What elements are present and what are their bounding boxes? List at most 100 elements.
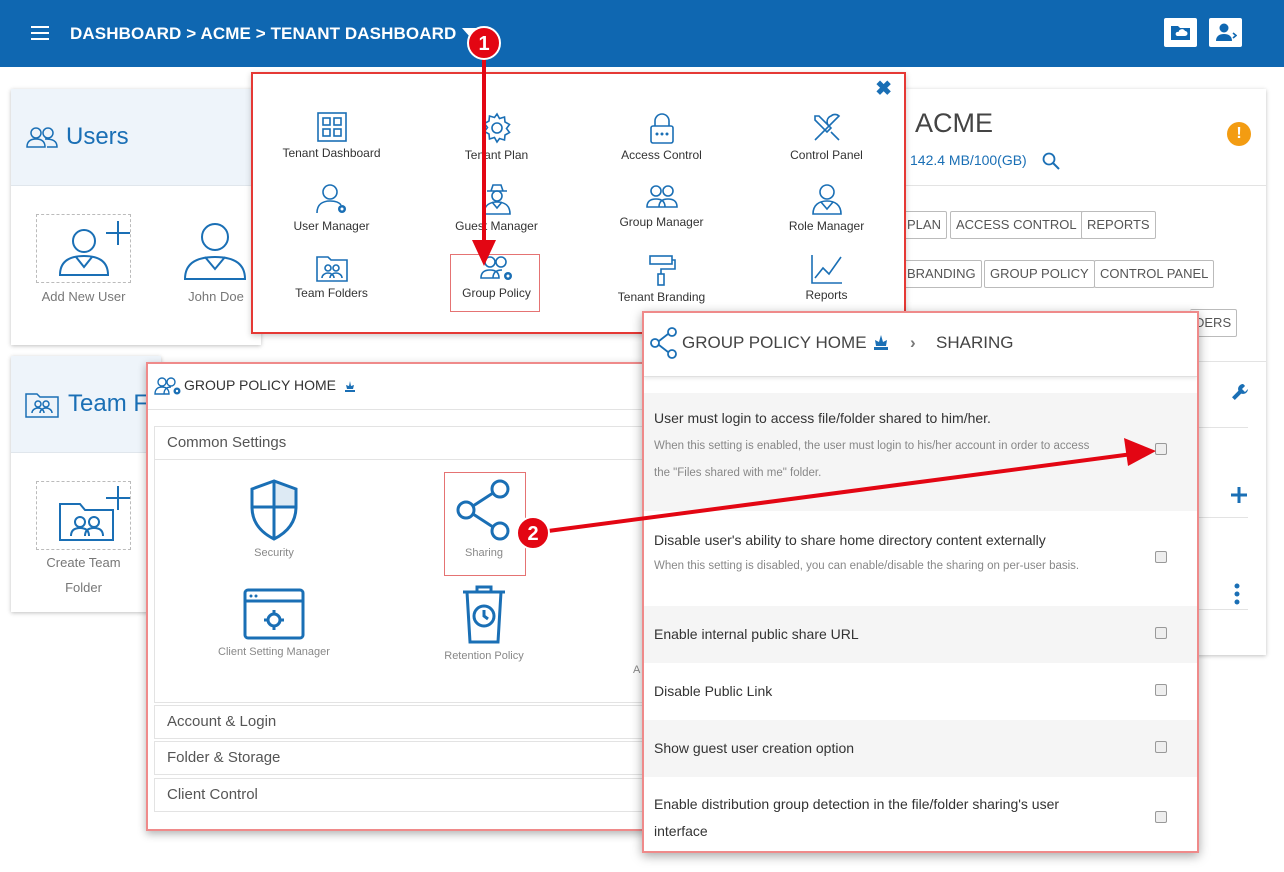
- tag-access-control[interactable]: ACCESS CONTROL: [950, 211, 1083, 239]
- team-folders-title: Team F: [68, 390, 149, 417]
- setting-label-continued: interface: [654, 823, 708, 839]
- app-label: Guest Manager: [455, 219, 538, 233]
- app-team-folders[interactable]: Team Folders: [249, 254, 414, 324]
- section-label: Folder & Storage: [167, 749, 281, 766]
- user-switch-button[interactable]: [1209, 18, 1242, 47]
- app-launcher-popup: ✖ Tenant Dashboard Tenant Plan Access Co…: [251, 72, 906, 334]
- group-gear-icon: [154, 377, 181, 395]
- share-icon: [650, 327, 677, 359]
- app-role-manager[interactable]: Role Manager: [744, 183, 909, 253]
- sharing-breadcrumb-current: SHARING: [936, 333, 1014, 352]
- setting-label: User must login to access file/folder sh…: [654, 410, 991, 426]
- more-vertical-icon[interactable]: [1233, 582, 1241, 606]
- app-guest-manager[interactable]: Guest Manager: [414, 183, 579, 253]
- tools-icon: [813, 113, 840, 141]
- users-panel-title: Users: [66, 123, 129, 150]
- policy-security[interactable]: Security: [194, 479, 354, 559]
- section-folder-storage[interactable]: Folder & Storage: [154, 741, 654, 775]
- policy-label-partial: A: [633, 664, 641, 676]
- section-common-settings[interactable]: Common Settings: [154, 426, 654, 460]
- app-access-control[interactable]: Access Control: [579, 112, 744, 182]
- setting-checkbox[interactable]: [1155, 443, 1167, 455]
- policy-client-setting-manager[interactable]: Client Setting Manager: [194, 588, 354, 658]
- setting-checkbox[interactable]: [1155, 627, 1167, 639]
- guest-icon: [482, 184, 511, 215]
- search-icon[interactable]: [1042, 152, 1060, 170]
- team-folders-panel: Team F Create Team Folder: [11, 356, 161, 612]
- menu-icon[interactable]: [31, 26, 49, 40]
- tenant-admin-icon: [874, 335, 888, 350]
- app-label: Tenant Branding: [617, 290, 706, 304]
- client-settings-icon: [243, 588, 305, 640]
- user-gear-icon: [315, 184, 346, 214]
- app-tenant-dashboard[interactable]: Tenant Dashboard: [249, 112, 414, 182]
- app-label: User Manager: [293, 219, 370, 233]
- sharing-header: GROUP POLICY HOME › SHARING: [644, 313, 1197, 377]
- app-label: Role Manager: [788, 219, 865, 233]
- divider: [1196, 427, 1248, 428]
- chart-icon: [810, 255, 842, 284]
- chevron-down-icon[interactable]: [462, 28, 479, 37]
- team-folder-icon: [315, 256, 348, 282]
- setting-checkbox[interactable]: [1155, 811, 1167, 823]
- setting-row: Disable user's ability to share home dir…: [644, 511, 1197, 606]
- sharing-highlight: [444, 472, 526, 576]
- section-client-control[interactable]: Client Control: [154, 778, 654, 812]
- setting-row: Show guest user creation option: [644, 720, 1197, 777]
- divider: [898, 185, 1266, 186]
- policy-label: Client Setting Manager: [218, 646, 330, 658]
- app-tenant-plan[interactable]: Tenant Plan: [414, 112, 579, 182]
- divider: [1196, 609, 1248, 610]
- policy-label: Security: [254, 547, 294, 559]
- sharing-breadcrumb-home[interactable]: GROUP POLICY HOME: [682, 333, 867, 353]
- app-group-manager[interactable]: Group Manager: [579, 183, 744, 253]
- storage-usage: 142.4 MB/100(GB): [910, 152, 1027, 168]
- breadcrumb[interactable]: DASHBOARD > ACME > TENANT DASHBOARD: [70, 24, 479, 44]
- section-account-login[interactable]: Account & Login: [154, 705, 654, 739]
- app-label: Tenant Dashboard: [282, 146, 381, 160]
- add-new-user-label: Add New User: [41, 289, 126, 304]
- section-label: Common Settings: [167, 434, 287, 451]
- tag-control-panel[interactable]: CONTROL PANEL: [1094, 260, 1215, 288]
- setting-checkbox[interactable]: [1155, 551, 1167, 563]
- app-user-manager[interactable]: User Manager: [249, 183, 414, 253]
- user-switch-icon: [1216, 23, 1237, 41]
- app-control-panel[interactable]: Control Panel: [744, 112, 909, 182]
- wrench-icon[interactable]: [1230, 382, 1250, 402]
- setting-label: Show guest user creation option: [654, 740, 855, 756]
- team-folder-icon: [25, 393, 59, 418]
- tag-reports[interactable]: REPORTS: [1081, 211, 1156, 239]
- breadcrumb-text: DASHBOARD > ACME > TENANT DASHBOARD: [70, 24, 457, 43]
- sharing-window: GROUP POLICY HOME › SHARING User must lo…: [642, 311, 1199, 853]
- setting-checkbox[interactable]: [1155, 741, 1167, 753]
- setting-label: Enable internal public share URL: [654, 626, 859, 642]
- setting-checkbox[interactable]: [1155, 684, 1167, 696]
- policy-retention[interactable]: Retention Policy: [404, 584, 564, 662]
- role-icon: [811, 184, 842, 215]
- divider: [1196, 517, 1248, 518]
- trash-clock-icon: [463, 585, 505, 644]
- warning-icon[interactable]: !: [1227, 122, 1251, 146]
- user-avatar-icon[interactable]: [183, 221, 247, 281]
- close-icon[interactable]: ✖: [875, 76, 892, 101]
- gear-icon: [482, 112, 511, 144]
- app-label: Tenant Plan: [464, 148, 529, 162]
- app-label: Control Panel: [790, 148, 863, 162]
- top-bar: DASHBOARD > ACME > TENANT DASHBOARD: [0, 0, 1284, 67]
- john-doe-label[interactable]: John Doe: [171, 289, 261, 304]
- app-label: Team Folders: [295, 286, 368, 300]
- cloud-folder-button[interactable]: [1164, 18, 1197, 47]
- add-icon[interactable]: [1230, 486, 1248, 504]
- users-icon: [26, 127, 58, 148]
- setting-description: When this setting is disabled, you can e…: [654, 560, 1080, 572]
- group-icon: [645, 185, 678, 208]
- grid-icon: [316, 112, 347, 142]
- setting-label: Disable user's ability to share home dir…: [654, 532, 1046, 548]
- tag-group-policy[interactable]: GROUP POLICY: [984, 260, 1095, 288]
- group-policy-window: GROUP POLICY HOME Common Settings Securi…: [146, 362, 654, 831]
- app-label: Group Manager: [619, 215, 704, 229]
- cloud-folder-icon: [1171, 26, 1190, 40]
- create-team-line1: Create Team: [46, 555, 121, 570]
- app-label: Access Control: [621, 148, 702, 162]
- tag-branding[interactable]: BRANDING: [902, 260, 982, 288]
